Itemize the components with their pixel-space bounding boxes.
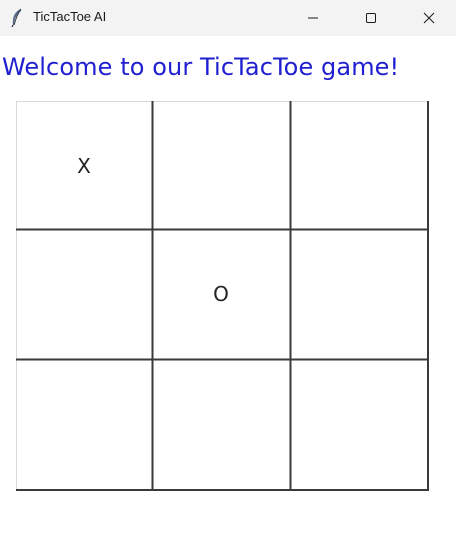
board-cell-1-0[interactable] xyxy=(16,229,152,359)
cell-mark: O xyxy=(213,282,229,306)
board-cell-0-0[interactable]: X xyxy=(16,101,152,229)
cell-mark: X xyxy=(77,154,91,178)
board-cell-0-1[interactable] xyxy=(152,101,290,229)
board-cell-2-0[interactable] xyxy=(16,359,152,490)
game-board: X O xyxy=(0,0,456,553)
board-cell-2-1[interactable] xyxy=(152,359,290,490)
board-cell-1-2[interactable] xyxy=(290,229,428,359)
board-cell-1-1[interactable]: O xyxy=(152,229,290,359)
app-window: TicTacToe AI Welcome to our TicTacToe ga… xyxy=(0,0,456,553)
board-cell-2-2[interactable] xyxy=(290,359,428,490)
board-cell-0-2[interactable] xyxy=(290,101,428,229)
